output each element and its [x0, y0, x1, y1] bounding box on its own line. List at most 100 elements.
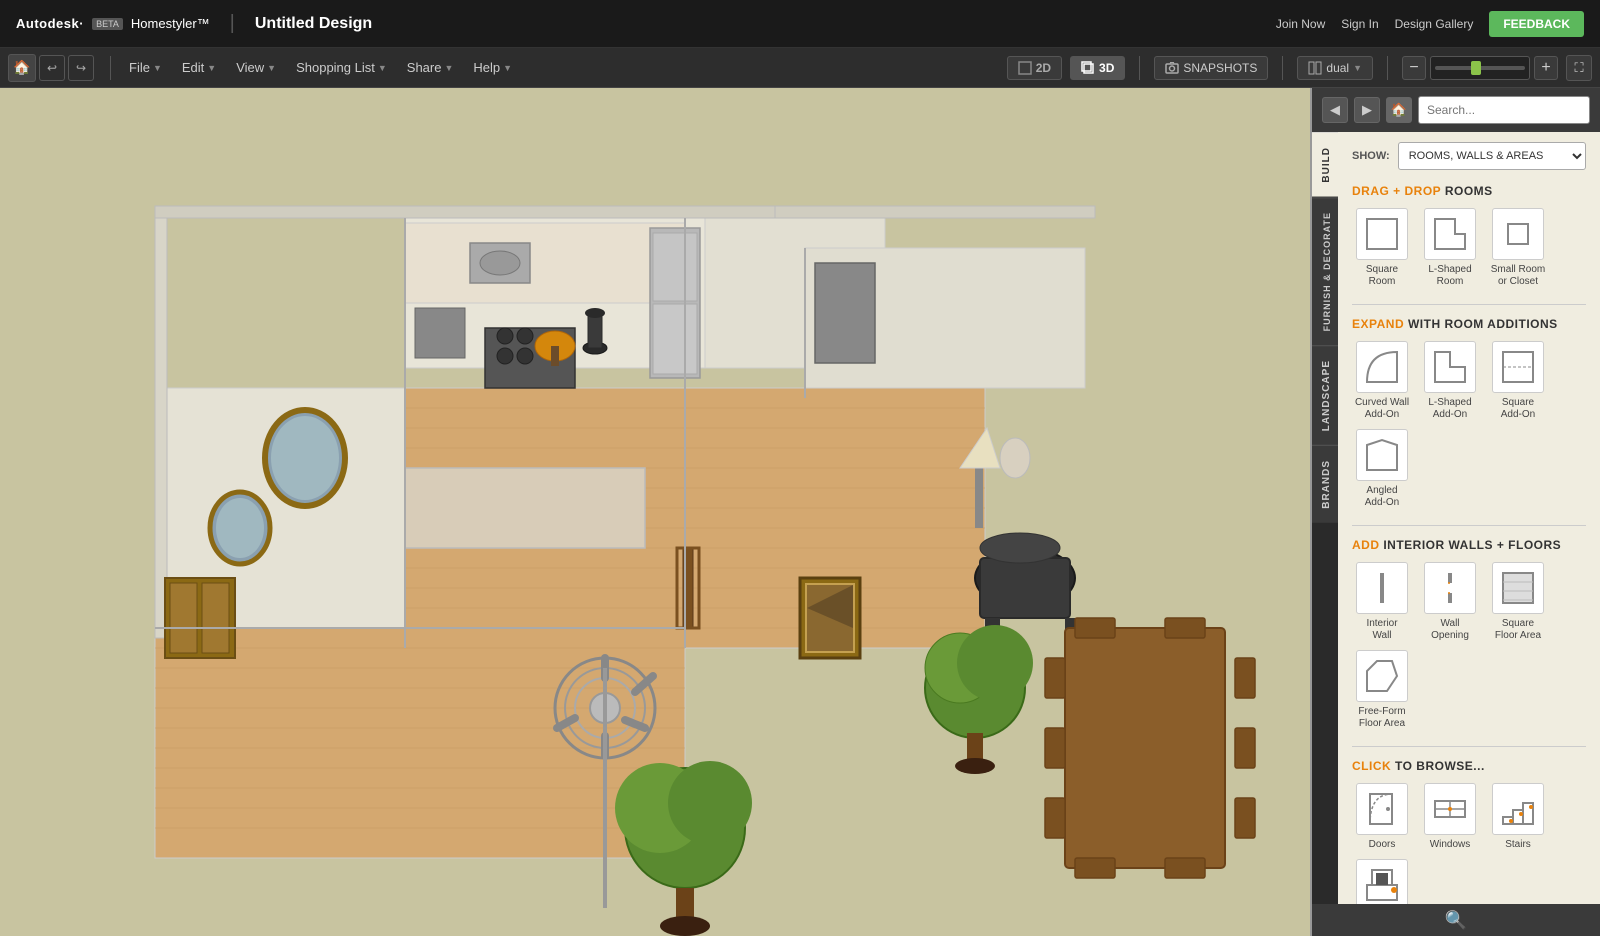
- small-room-label: Small Roomor Closet: [1491, 264, 1545, 288]
- landscape-tab[interactable]: LANDSCAPE: [1312, 345, 1338, 445]
- stairs-item[interactable]: Stairs: [1488, 783, 1548, 851]
- zoom-thumb[interactable]: [1471, 61, 1481, 75]
- small-room-icon: [1492, 208, 1544, 260]
- l-shaped-room-label: L-ShapedRoom: [1428, 264, 1471, 288]
- square-add-item[interactable]: SquareAdd-On: [1488, 341, 1548, 421]
- zoom-out-button[interactable]: −: [1402, 56, 1426, 80]
- edit-menu[interactable]: Edit ▼: [174, 56, 224, 79]
- furnish-decorate-tab[interactable]: FURNISH & DECORATE: [1312, 197, 1338, 345]
- square-add-label: SquareAdd-On: [1501, 397, 1535, 421]
- join-now-link[interactable]: Join Now: [1276, 17, 1325, 31]
- curved-wall-icon: [1356, 341, 1408, 393]
- viewport[interactable]: ↺ ▲ ▼ ◀ ▶ ↻: [0, 88, 1310, 936]
- top-right-links: Join Now Sign In Design Gallery FEEDBACK: [1276, 11, 1584, 37]
- divider-2: [1352, 525, 1586, 526]
- fireplaces-item[interactable]: Fireplaces: [1352, 859, 1412, 904]
- snapshots-button[interactable]: SNAPSHOTS: [1154, 56, 1268, 80]
- help-menu[interactable]: Help ▼: [465, 56, 520, 79]
- doors-icon: [1356, 783, 1408, 835]
- divider-1: [1352, 304, 1586, 305]
- square-floor-icon: [1492, 562, 1544, 614]
- wall-opening-icon: [1424, 562, 1476, 614]
- sidebar-home-button[interactable]: 🏠: [1386, 97, 1412, 123]
- square-floor-item[interactable]: SquareFloor Area: [1488, 562, 1548, 642]
- zoom-slider[interactable]: [1430, 56, 1530, 80]
- scene-viewport: [0, 88, 1310, 936]
- l-shaped-room-item[interactable]: L-ShapedRoom: [1420, 208, 1480, 288]
- sidebar-search-box[interactable]: 🔍: [1418, 96, 1590, 124]
- sidebar-back-button[interactable]: ◀: [1322, 97, 1348, 123]
- windows-icon: [1424, 783, 1476, 835]
- sign-in-link[interactable]: Sign In: [1341, 17, 1378, 31]
- right-sidebar: ◀ ▶ 🏠 🔍 BUILD FURNISH & DECORATE LANDSCA…: [1310, 88, 1600, 936]
- l-add-icon: [1424, 341, 1476, 393]
- show-dropdown[interactable]: ROOMS, WALLS & AREAS FLOOR PLAN 3D VIEW: [1398, 142, 1586, 170]
- redo-button[interactable]: ↪: [68, 55, 94, 81]
- feedback-button[interactable]: FEEDBACK: [1489, 11, 1584, 37]
- browse-grid: Doors Windows: [1352, 783, 1586, 904]
- doors-label: Doors: [1369, 839, 1396, 851]
- dual-view-button[interactable]: dual ▼: [1297, 56, 1373, 80]
- 2d-icon: [1018, 61, 1032, 75]
- title-separator: |: [230, 12, 235, 35]
- interior-wall-label: InteriorWall: [1366, 618, 1397, 642]
- additions-grid: Curved WallAdd-On L-ShapedAdd-On: [1352, 341, 1586, 509]
- sidebar-forward-button[interactable]: ▶: [1354, 97, 1380, 123]
- 3d-icon: [1081, 61, 1095, 75]
- file-menu-arrow: ▼: [153, 63, 162, 73]
- view-toggle: 2D 3D SNAPSHOTS dual ▼: [1007, 55, 1592, 81]
- sidebar-zoom-icon[interactable]: 🔍: [1445, 910, 1467, 931]
- design-title[interactable]: Untitled Design: [255, 15, 372, 33]
- freeform-floor-item[interactable]: Free-FormFloor Area: [1352, 650, 1412, 730]
- angled-add-label: AngledAdd-On: [1365, 485, 1399, 509]
- 2d-view-button[interactable]: 2D: [1007, 56, 1062, 80]
- design-gallery-link[interactable]: Design Gallery: [1395, 17, 1474, 31]
- show-row: SHOW: ROOMS, WALLS & AREAS FLOOR PLAN 3D…: [1352, 142, 1586, 170]
- curved-wall-item[interactable]: Curved WallAdd-On: [1352, 341, 1412, 421]
- square-room-icon: [1356, 208, 1408, 260]
- view-menu[interactable]: View ▼: [228, 56, 284, 79]
- toolbar-icons: 🏠 ↩ ↪: [8, 54, 94, 82]
- menu-divider-1: [110, 56, 111, 80]
- logo-area: Autodesk· BETA Homestyler™ | Untitled De…: [16, 12, 372, 35]
- 3d-view-button[interactable]: 3D: [1070, 56, 1125, 80]
- wall-opening-item[interactable]: WallOpening: [1420, 562, 1480, 642]
- camera-icon: [1165, 61, 1179, 75]
- stairs-label: Stairs: [1505, 839, 1531, 851]
- zoom-area: − +: [1402, 56, 1558, 80]
- l-add-label: L-ShapedAdd-On: [1428, 397, 1471, 421]
- brands-tab[interactable]: BRANDS: [1312, 445, 1338, 523]
- small-room-item[interactable]: Small Roomor Closet: [1488, 208, 1548, 288]
- app-name: Homestyler™: [131, 16, 210, 31]
- autodesk-logo: Autodesk·: [16, 16, 84, 31]
- home-button[interactable]: 🏠: [8, 54, 36, 82]
- top-bar: Autodesk· BETA Homestyler™ | Untitled De…: [0, 0, 1600, 48]
- file-menu[interactable]: File ▼: [121, 56, 170, 79]
- dual-divider: [1387, 56, 1388, 80]
- drag-drop-rooms-header: DRAG + DROP ROOMS: [1352, 184, 1586, 198]
- view-divider: [1139, 56, 1140, 80]
- show-label: SHOW:: [1352, 150, 1390, 162]
- fullscreen-button[interactable]: ⛶: [1566, 55, 1592, 81]
- l-add-item[interactable]: L-ShapedAdd-On: [1420, 341, 1480, 421]
- sidebar-zoom[interactable]: 🔍: [1312, 904, 1600, 936]
- angled-add-icon: [1356, 429, 1408, 481]
- square-room-item[interactable]: SquareRoom: [1352, 208, 1412, 288]
- beta-badge: BETA: [92, 18, 123, 30]
- square-floor-label: SquareFloor Area: [1495, 618, 1541, 642]
- doors-item[interactable]: Doors: [1352, 783, 1412, 851]
- interior-wall-item[interactable]: InteriorWall: [1352, 562, 1412, 642]
- share-menu[interactable]: Share ▼: [399, 56, 462, 79]
- shopping-list-menu[interactable]: Shopping List ▼: [288, 56, 395, 79]
- square-add-icon: [1492, 341, 1544, 393]
- sidebar-top-nav: ◀ ▶ 🏠 🔍: [1312, 88, 1600, 132]
- walls-grid: InteriorWall WallOpening: [1352, 562, 1586, 730]
- zoom-in-button[interactable]: +: [1534, 56, 1558, 80]
- windows-item[interactable]: Windows: [1420, 783, 1480, 851]
- stairs-icon: [1492, 783, 1544, 835]
- angled-add-item[interactable]: AngledAdd-On: [1352, 429, 1412, 509]
- undo-button[interactable]: ↩: [39, 55, 65, 81]
- build-tab[interactable]: BUILD: [1312, 132, 1338, 197]
- sidebar-search-input[interactable]: [1419, 103, 1590, 117]
- snap-divider: [1282, 56, 1283, 80]
